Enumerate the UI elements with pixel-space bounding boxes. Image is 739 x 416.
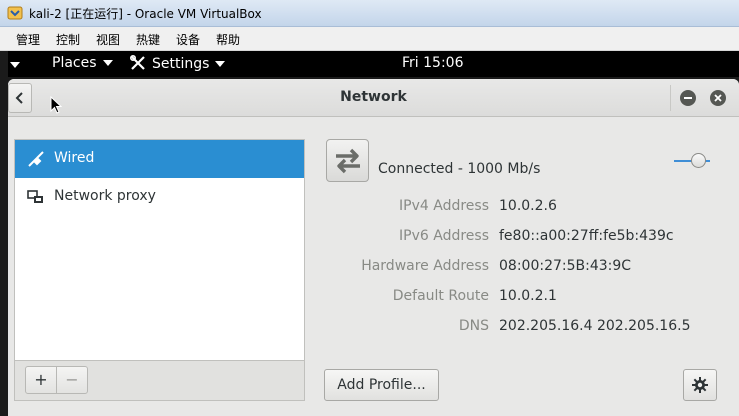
tools-icon (129, 54, 145, 70)
sidebar-item-label: Wired (54, 150, 95, 166)
chevron-down-icon (102, 60, 113, 66)
headerbar-separator (670, 85, 671, 111)
places-menu[interactable]: Places (52, 55, 113, 71)
hardware-address-label: Hardware Address (361, 258, 489, 274)
wired-network-icon (28, 151, 44, 167)
network-proxy-icon (27, 190, 43, 203)
vbox-menubar: 管理 控制 视图 热键 设备 帮助 (0, 27, 739, 51)
close-button[interactable] (710, 90, 726, 106)
activities-menu-caret[interactable] (10, 57, 20, 73)
connection-icon-frame (326, 139, 369, 182)
hardware-address-value: 08:00:27:5B:43:9C (499, 258, 632, 274)
default-route-label: Default Route (392, 288, 489, 304)
settings-label: Settings (152, 56, 210, 72)
menu-help[interactable]: 帮助 (216, 31, 240, 48)
ipv4-value: 10.0.2.6 (499, 198, 557, 214)
page-title: Network (340, 89, 407, 105)
settings-app-menu[interactable]: Settings (129, 54, 226, 72)
minimize-button[interactable] (680, 90, 696, 106)
connection-status: Connected - 1000 Mb/s (378, 161, 541, 177)
menu-devices[interactable]: 设备 (176, 31, 200, 48)
gear-icon (692, 377, 708, 393)
add-profile-button[interactable]: Add Profile... (324, 369, 439, 401)
sidebar-item-wired[interactable]: Wired (15, 140, 304, 178)
minimize-icon (684, 97, 692, 99)
connection-list: Wired Network proxy (14, 139, 305, 361)
sidebar-item-network-proxy[interactable]: Network proxy (15, 178, 304, 216)
dns-value: 202.205.16.4 202.205.16.5 (499, 318, 691, 334)
menu-manage[interactable]: 管理 (16, 31, 40, 48)
ipv4-label: IPv4 Address (399, 198, 489, 214)
menu-control[interactable]: 控制 (56, 31, 80, 48)
clock[interactable]: Fri 15:06 (402, 55, 463, 71)
vbox-titlebar: kali-2 [正在运行] - Oracle VM VirtualBox (0, 0, 739, 27)
close-icon (714, 94, 722, 102)
remove-connection-button[interactable]: − (56, 366, 88, 394)
default-route-value: 10.0.2.1 (499, 288, 557, 304)
network-transfer-icon (335, 148, 360, 173)
connection-switch-knob[interactable] (691, 153, 706, 168)
dns-label: DNS (458, 318, 489, 334)
menu-hotkeys[interactable]: 热键 (136, 31, 160, 48)
window-title: kali-2 [正在运行] - Oracle VM VirtualBox (29, 7, 262, 21)
places-label: Places (52, 55, 97, 71)
headerbar: Network (8, 79, 739, 117)
ipv6-label: IPv6 Address (399, 228, 489, 244)
settings-window: Network Wired Network proxy + − Connecte… (8, 79, 739, 416)
connection-settings-button[interactable] (683, 369, 717, 401)
virtualbox-icon (7, 6, 23, 20)
chevron-down-icon (215, 61, 226, 67)
sidebar-toolbar: + − (14, 361, 305, 401)
gnome-top-bar: Places Settings Fri 15:06 (8, 51, 739, 77)
sidebar-item-label: Network proxy (54, 188, 156, 204)
mouse-pointer-icon (50, 96, 62, 114)
ipv6-value: fe80::a00:27ff:fe5b:439c (499, 228, 674, 244)
menu-view[interactable]: 视图 (96, 31, 120, 48)
add-connection-button[interactable]: + (25, 366, 57, 394)
